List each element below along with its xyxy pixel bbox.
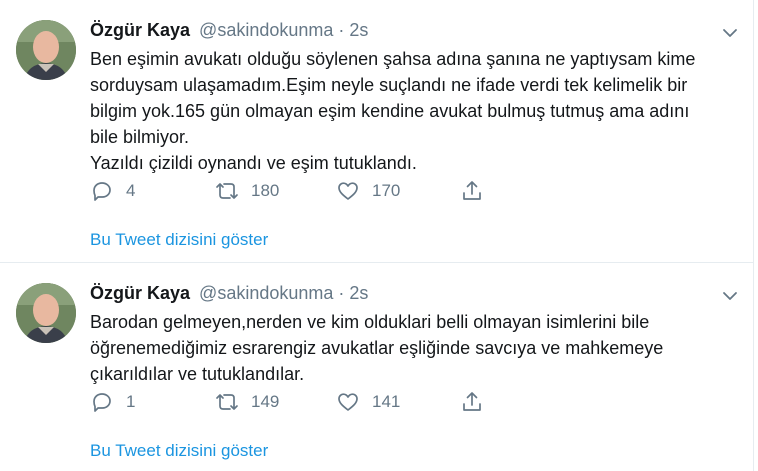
- like-count: 141: [372, 392, 401, 411]
- chevron-down-icon[interactable]: [721, 287, 739, 305]
- tweet[interactable]: Özgür Kaya @sakindokunma · 2s Ben eşimin…: [0, 0, 754, 262]
- tweet-text-line: bilgim yok.165 gün olmayan eşim kendine …: [90, 101, 690, 121]
- tweet[interactable]: Özgür Kaya @sakindokunma · 2s Barodan ge…: [0, 262, 754, 471]
- show-thread-link[interactable]: Bu Tweet dizisini göster: [90, 441, 268, 461]
- retweet-button[interactable]: 149: [215, 387, 279, 417]
- tweet-text-line: bile bilmiyor.: [90, 127, 190, 147]
- retweet-count: 180: [251, 181, 280, 200]
- share-icon: [463, 181, 481, 200]
- tweet-header: Özgür Kaya @sakindokunma · 2s: [90, 18, 368, 42]
- retweet-icon: [216, 394, 238, 410]
- timestamp[interactable]: 2s: [349, 20, 368, 40]
- tweet-text-line: Yazıldı çizildi oynandı ve eşim tutuklan…: [90, 153, 417, 173]
- chevron-down-icon[interactable]: [721, 24, 739, 42]
- tweet-actions: 4 180 170: [90, 176, 510, 206]
- tweet-text: Barodan gelmeyen,nerden ve kim oldukl​ar…: [90, 309, 730, 387]
- tweet-header: Özgür Kaya @sakindokunma · 2s: [90, 281, 368, 305]
- like-icon: [338, 393, 358, 411]
- avatar[interactable]: [16, 20, 76, 80]
- share-button[interactable]: [460, 176, 484, 206]
- author-handle[interactable]: @sakindokunma: [199, 20, 333, 40]
- reply-count: 4: [126, 181, 136, 200]
- reply-button[interactable]: 4: [90, 176, 135, 206]
- tweet-text-line: sorduysam ulaşamadım.Eşim neyle suçlandı…: [90, 75, 688, 95]
- author-name[interactable]: Özgür Kaya: [90, 283, 190, 303]
- tweet-text: Ben eşimin avukatı olduğu söylenen şahsa…: [90, 46, 730, 176]
- retweet-count: 149: [251, 392, 280, 411]
- reply-button[interactable]: 1: [90, 387, 135, 417]
- share-button[interactable]: [460, 387, 484, 417]
- like-button[interactable]: 141: [336, 387, 400, 417]
- retweet-button[interactable]: 180: [215, 176, 279, 206]
- tweet-feed: Özgür Kaya @sakindokunma · 2s Ben eşimin…: [0, 0, 758, 471]
- share-icon: [463, 392, 481, 411]
- timestamp[interactable]: 2s: [349, 283, 368, 303]
- show-thread-link[interactable]: Bu Tweet dizisini göster: [90, 230, 268, 250]
- tweet-actions: 1 149 141: [90, 387, 510, 417]
- reply-count: 1: [126, 392, 136, 411]
- reply-icon: [93, 393, 111, 412]
- tweet-text-line: öğrenemediğimiz esrarengiz avukatlar eşl…: [90, 338, 664, 358]
- author-handle[interactable]: @sakindokunma: [199, 283, 333, 303]
- tweet-text-line: Ben eşimin avukatı olduğu söylenen şahsa…: [90, 49, 696, 69]
- like-button[interactable]: 170: [336, 176, 400, 206]
- separator: ·: [338, 20, 345, 40]
- avatar[interactable]: [16, 283, 76, 343]
- like-icon: [338, 182, 358, 200]
- author-name[interactable]: Özgür Kaya: [90, 20, 190, 40]
- like-count: 170: [372, 181, 401, 200]
- reply-icon: [93, 182, 111, 201]
- separator: ·: [338, 283, 345, 303]
- retweet-icon: [216, 183, 238, 199]
- tweet-text-line: çıkarıldılar ve tutuklandılar.: [90, 364, 305, 384]
- tweet-text-line: Barodan gelmeyen,nerden ve kim oldukl​ar…: [90, 312, 650, 332]
